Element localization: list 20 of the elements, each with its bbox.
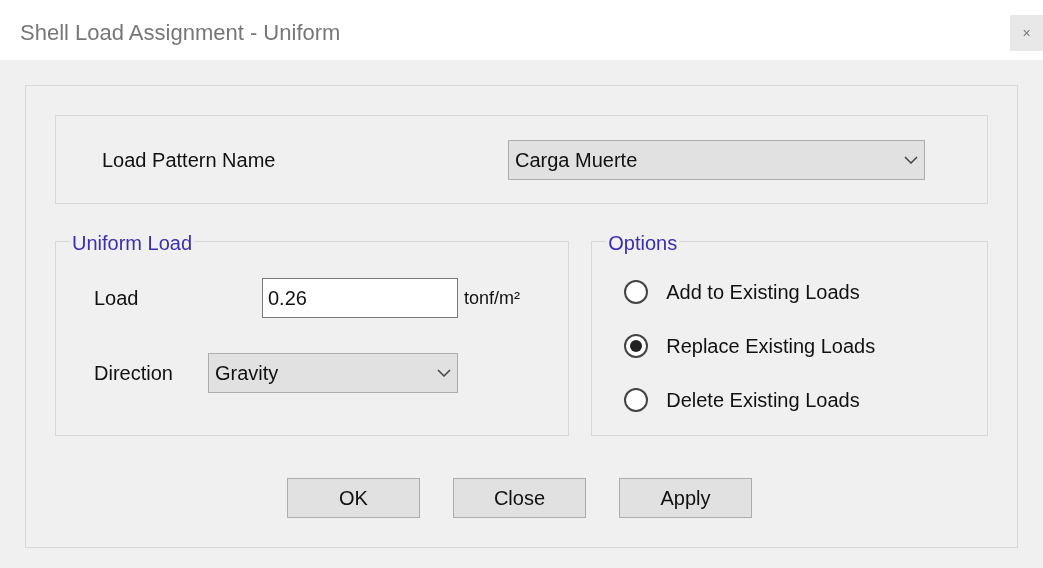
radio-button[interactable] <box>624 334 649 358</box>
radio-button[interactable] <box>624 388 649 412</box>
field-label: Direction <box>94 361 174 386</box>
load-input[interactable]: 0.26 <box>262 278 458 318</box>
dialog-button[interactable]: Close <box>453 478 586 518</box>
field-label: Load Pattern Name <box>102 147 276 173</box>
chevron-down-icon <box>437 369 451 377</box>
field-label: Load <box>94 286 140 311</box>
direction-dropdown[interactable]: Gravity <box>208 353 458 393</box>
radio-label: Delete Existing Loads <box>666 388 860 413</box>
dialog-button[interactable]: OK <box>287 478 420 518</box>
chevron-down-icon <box>904 155 918 164</box>
load-pattern-dropdown[interactable]: Carga Muerte <box>508 139 925 180</box>
radio-button[interactable] <box>624 280 649 304</box>
radio-label: Add to Existing Loads <box>666 280 860 305</box>
radio-label: Replace Existing Loads <box>666 334 876 359</box>
unit-label: tonf/m² <box>464 286 520 310</box>
dialog-button[interactable]: Apply <box>619 478 752 518</box>
close-button[interactable]: × <box>1010 15 1043 51</box>
window-title: Shell Load Assignment - Uniform <box>20 19 341 47</box>
